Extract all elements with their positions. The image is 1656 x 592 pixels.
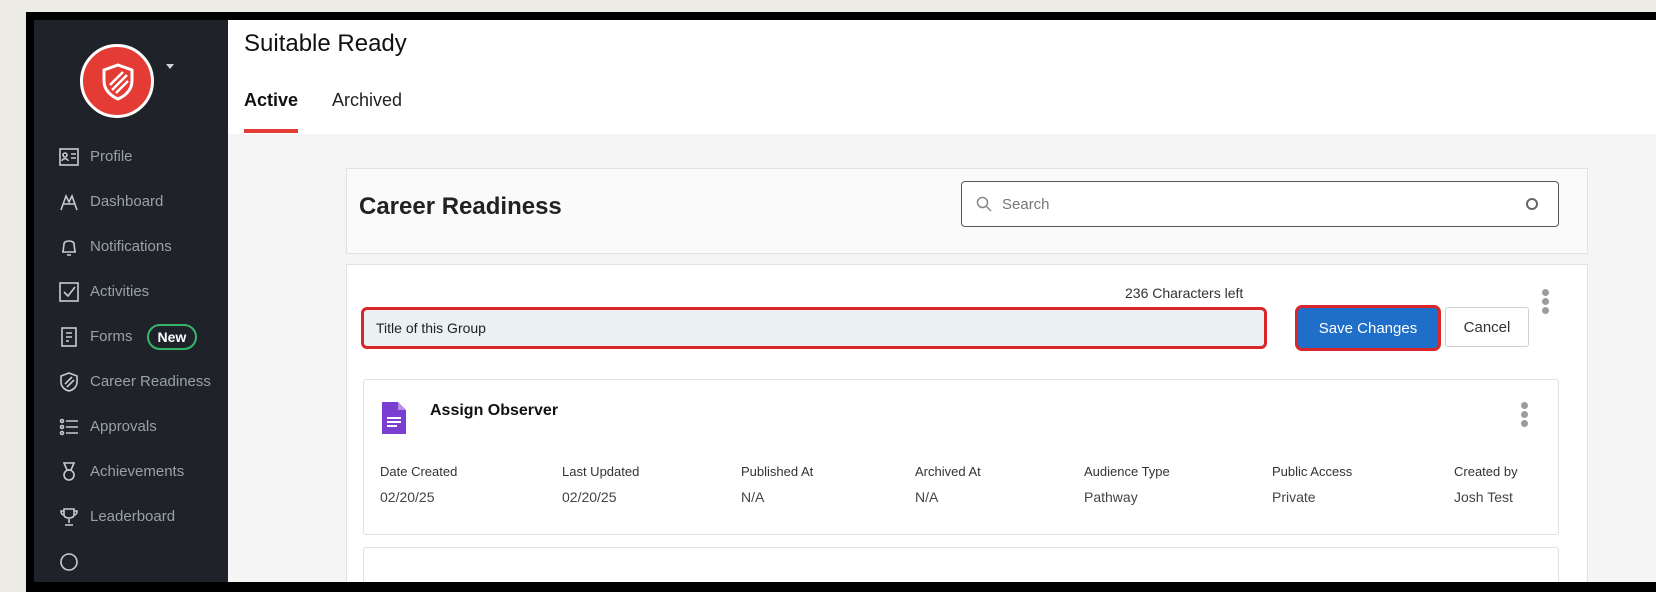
activity-more-options-icon[interactable]	[1520, 402, 1528, 429]
meta-label: Created by	[1454, 464, 1518, 479]
page-title: Career Readiness	[359, 193, 562, 220]
clear-search-icon[interactable]	[1526, 198, 1538, 210]
document-icon	[382, 402, 406, 434]
meta-published-at: Published At N/A	[741, 464, 813, 505]
logo-button[interactable]	[80, 44, 154, 118]
medal-icon	[58, 461, 80, 483]
new-badge: New	[146, 323, 198, 350]
meta-label: Archived At	[915, 464, 981, 479]
meta-value: N/A	[915, 489, 939, 505]
activity-title: Assign Observer	[430, 402, 559, 419]
sidebar-item-career-readiness[interactable]: Career Readiness	[34, 359, 228, 404]
tab-archived[interactable]: Archived	[332, 90, 402, 121]
activity-card[interactable]: Assign Observer Date Created 02/20/25 La…	[363, 379, 1559, 535]
shield-logo-icon	[102, 63, 134, 101]
app-window: Profile Dashboard Notifications Activiti…	[34, 20, 1656, 582]
sidebar-item-leaderboard[interactable]: Leaderboard	[34, 494, 228, 539]
sidebar-item-label: Leaderboard	[90, 508, 176, 525]
meta-label: Audience Type	[1084, 464, 1170, 479]
sidebar: Profile Dashboard Notifications Activiti…	[34, 20, 228, 582]
meta-public-access: Public Access Private	[1272, 464, 1352, 505]
meta-value: Private	[1272, 489, 1316, 505]
search-input[interactable]	[1000, 194, 1526, 214]
sidebar-nav: Profile Dashboard Notifications Activiti…	[34, 134, 228, 582]
tab-active[interactable]: Active	[244, 90, 299, 133]
group-card: 236 Characters left Save Changes Cancel …	[346, 264, 1588, 582]
sidebar-item-label: Activities	[90, 283, 150, 300]
sidebar-item-label: Career Readiness	[90, 373, 211, 390]
meta-value: N/A	[741, 489, 765, 505]
sidebar-item-label: Notifications	[90, 238, 172, 255]
meta-created-by: Created by Josh Test	[1454, 464, 1518, 505]
meta-value: Pathway	[1084, 489, 1138, 505]
dashboard-icon	[58, 191, 80, 213]
sidebar-item-label: Approvals	[90, 418, 157, 435]
sidebar-item-label: Profile	[90, 148, 133, 165]
save-changes-button[interactable]: Save Changes	[1295, 305, 1441, 351]
shield-icon	[58, 371, 80, 393]
characters-left-counter: 236 Characters left	[1125, 285, 1244, 301]
app-title: Suitable Ready	[244, 30, 407, 57]
sidebar-item-activities[interactable]: Activities	[34, 269, 228, 314]
search-icon	[976, 196, 992, 212]
sidebar-item-achievements[interactable]: Achievements	[34, 449, 228, 494]
meta-audience-type: Audience Type Pathway	[1084, 464, 1170, 505]
sidebar-item-label: Forms	[90, 328, 133, 345]
checkbox-icon	[58, 281, 80, 303]
profile-icon	[58, 146, 80, 168]
sidebar-item-more[interactable]	[34, 539, 228, 582]
meta-label: Published At	[741, 464, 814, 479]
meta-date-created: Date Created 02/20/25	[380, 464, 457, 505]
meta-value: 02/20/25	[380, 489, 435, 505]
page-header-card: Career Readiness	[346, 168, 1588, 254]
activity-card[interactable]	[363, 547, 1559, 582]
tab-bar: Active Archived	[244, 90, 436, 133]
trophy-icon	[58, 506, 80, 528]
group-title-input[interactable]	[361, 307, 1267, 349]
bell-icon	[58, 236, 80, 258]
cancel-button[interactable]: Cancel	[1445, 307, 1529, 347]
sidebar-item-profile[interactable]: Profile	[34, 134, 228, 179]
sidebar-item-label: Achievements	[90, 463, 185, 480]
top-header: Suitable Ready Active Archived	[228, 20, 1656, 134]
group-more-options-icon[interactable]	[1541, 289, 1549, 316]
meta-value: Josh Test	[1454, 489, 1513, 505]
list-icon	[58, 416, 80, 438]
meta-label: Public Access	[1272, 464, 1353, 479]
meta-archived-at: Archived At N/A	[915, 464, 981, 505]
circle-icon	[58, 551, 80, 573]
form-icon	[58, 326, 80, 348]
sidebar-item-label: Dashboard	[90, 193, 164, 210]
search-box[interactable]	[961, 181, 1559, 227]
sidebar-item-dashboard[interactable]: Dashboard	[34, 179, 228, 224]
meta-value: 02/20/25	[562, 489, 617, 505]
sidebar-item-notifications[interactable]: Notifications	[34, 224, 228, 269]
meta-label: Date Created	[380, 464, 458, 479]
sidebar-item-approvals[interactable]: Approvals	[34, 404, 228, 449]
sidebar-item-forms[interactable]: Forms New	[34, 314, 228, 359]
caret-down-icon[interactable]	[166, 64, 174, 69]
meta-label: Last Updated	[562, 464, 640, 479]
meta-last-updated: Last Updated 02/20/25	[562, 464, 639, 505]
